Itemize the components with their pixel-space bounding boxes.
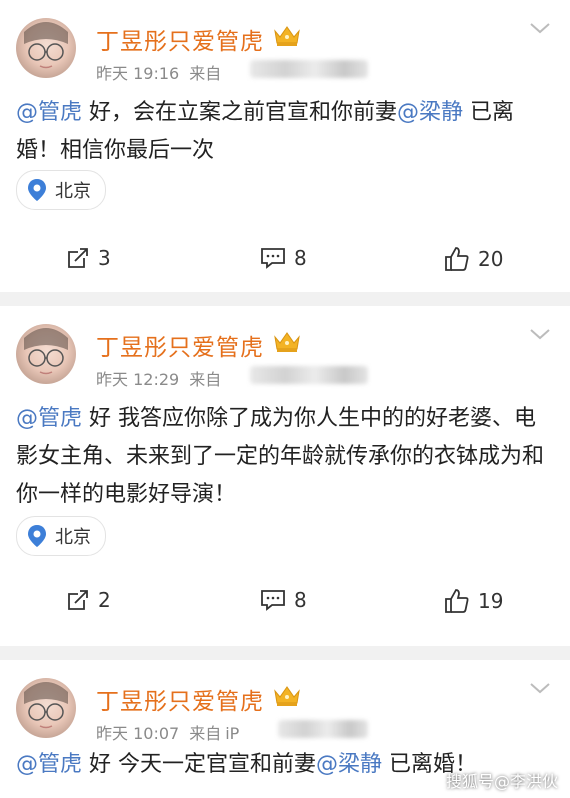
post-source-partial: iP bbox=[225, 724, 240, 743]
avatar-glasses-icon bbox=[24, 22, 68, 69]
username[interactable]: 丁昱彤只爱管虎 bbox=[96, 22, 264, 56]
location-label: 北京 bbox=[55, 181, 91, 202]
location-label: 北京 bbox=[55, 527, 91, 548]
post-meta: 昨天 12:29 来自 bbox=[96, 366, 231, 390]
chevron-down-icon[interactable] bbox=[528, 20, 552, 36]
repost-icon bbox=[68, 590, 88, 610]
mention-link[interactable]: @管虎 bbox=[16, 100, 82, 125]
mention-link[interactable]: @梁静 bbox=[397, 100, 463, 125]
post-source-prefix: 来自 bbox=[189, 370, 222, 389]
location-pin-icon bbox=[28, 525, 46, 547]
post-content: @管虎 好 我答应你除了成为你人生中的的好老婆、电影女主角、未来到了一定的年龄就… bbox=[16, 400, 552, 514]
username[interactable]: 丁昱彤只爱管虎 bbox=[96, 682, 264, 716]
mention-link[interactable]: @管虎 bbox=[16, 406, 82, 431]
like-count: 19 bbox=[478, 589, 504, 613]
post-text: 好 我答应你除了成为你人生中的的好老婆、电影女主角、未来到了一定的年龄就传承你的… bbox=[16, 406, 545, 507]
chevron-down-icon[interactable] bbox=[528, 326, 552, 342]
thumbs-up-icon bbox=[445, 247, 469, 271]
repost-button[interactable]: 3 bbox=[66, 246, 111, 270]
like-count: 20 bbox=[478, 247, 504, 271]
thumbs-up-icon bbox=[445, 589, 469, 613]
post-time: 昨天 19:16 bbox=[96, 64, 180, 83]
watermark: 搜狐号@李洪伙 bbox=[446, 768, 558, 792]
comment-icon bbox=[261, 248, 285, 269]
comment-count: 8 bbox=[294, 246, 307, 270]
location-pin-icon bbox=[28, 179, 46, 201]
post-text: 好 今天一定官宣和前妻 bbox=[82, 752, 317, 777]
comment-icon bbox=[261, 590, 285, 611]
crown-badge-icon[interactable] bbox=[272, 328, 302, 354]
weibo-post-1: 丁昱彤只爱管虎 昨天 19:16 来自 @管虎 好，会在立案之前官宣和你前妻@梁静… bbox=[0, 0, 570, 292]
blurred-source bbox=[278, 720, 368, 738]
mention-link[interactable]: @管虎 bbox=[16, 752, 82, 777]
avatar-glasses-icon bbox=[24, 328, 68, 375]
post-time: 昨天 12:29 bbox=[96, 370, 180, 389]
post-content: @管虎 好，会在立案之前官宣和你前妻@梁静 已离婚！相信你最后一次 bbox=[16, 94, 552, 170]
comment-button[interactable]: 8 bbox=[260, 588, 307, 612]
repost-icon bbox=[68, 248, 88, 268]
chevron-down-icon[interactable] bbox=[528, 680, 552, 696]
comment-button[interactable]: 8 bbox=[260, 246, 307, 270]
like-button[interactable]: 20 bbox=[444, 246, 503, 272]
comment-count: 8 bbox=[294, 588, 307, 612]
location-tag[interactable]: 北京 bbox=[16, 170, 106, 210]
avatar-glasses-icon bbox=[24, 682, 68, 729]
post-meta: 昨天 10:07 来自 iP bbox=[96, 720, 249, 744]
crown-badge-icon[interactable] bbox=[272, 682, 302, 708]
post-separator bbox=[0, 646, 570, 660]
like-button[interactable]: 19 bbox=[444, 588, 503, 614]
repost-count: 2 bbox=[98, 588, 111, 612]
post-actions: 2 8 19 bbox=[0, 588, 570, 622]
repost-button[interactable]: 2 bbox=[66, 588, 111, 612]
post-source-prefix: 来自 bbox=[189, 64, 222, 83]
post-actions: 3 8 20 bbox=[0, 246, 570, 280]
mention-link[interactable]: @梁静 bbox=[316, 752, 382, 777]
repost-count: 3 bbox=[98, 246, 111, 270]
post-time: 昨天 10:07 bbox=[96, 724, 180, 743]
blurred-source bbox=[250, 366, 368, 384]
avatar[interactable] bbox=[16, 678, 76, 738]
post-source-prefix: 来自 bbox=[189, 724, 222, 743]
watermark-text: 搜狐号@李洪伙 bbox=[445, 772, 558, 791]
blurred-source bbox=[250, 60, 368, 78]
weibo-post-2: 丁昱彤只爱管虎 昨天 12:29 来自 @管虎 好 我答应你除了成为你人生中的的好… bbox=[0, 306, 570, 646]
post-separator bbox=[0, 292, 570, 306]
username[interactable]: 丁昱彤只爱管虎 bbox=[96, 328, 264, 362]
location-tag[interactable]: 北京 bbox=[16, 516, 106, 556]
post-meta: 昨天 19:16 来自 bbox=[96, 60, 231, 84]
post-text: 好，会在立案之前官宣和你前妻 bbox=[82, 100, 398, 125]
avatar[interactable] bbox=[16, 18, 76, 78]
avatar[interactable] bbox=[16, 324, 76, 384]
crown-badge-icon[interactable] bbox=[272, 22, 302, 48]
